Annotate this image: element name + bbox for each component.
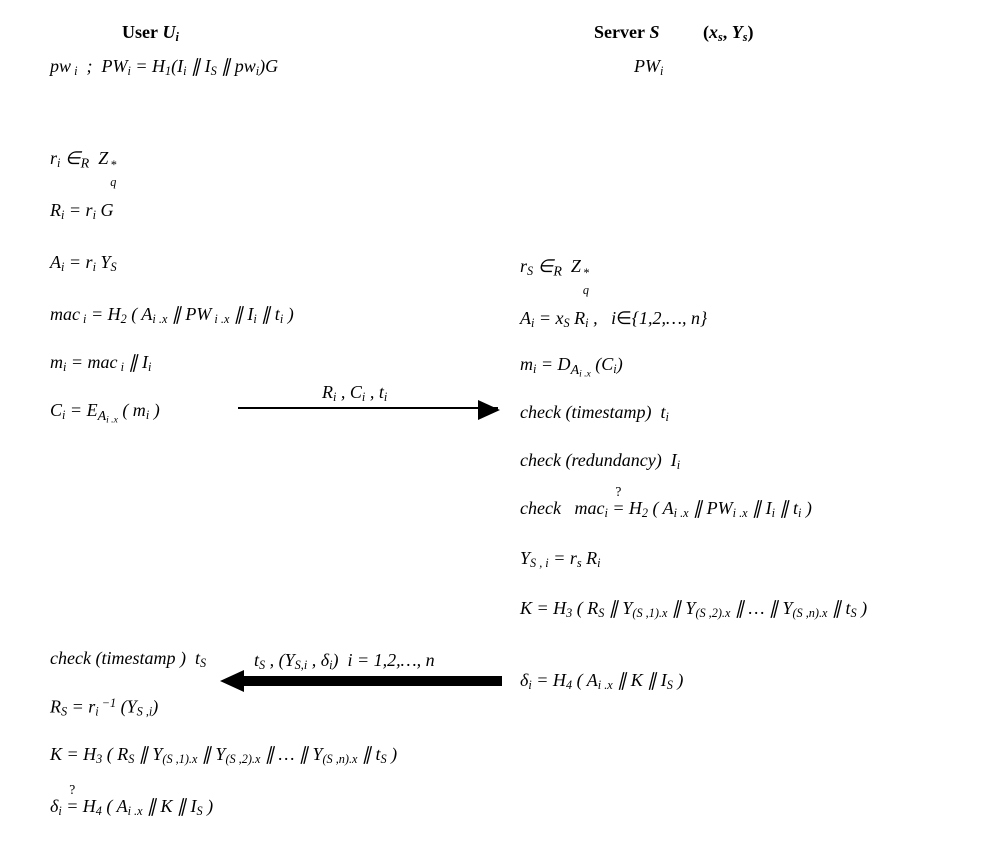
server-check-red: check (redundancy) Ii	[520, 450, 680, 473]
server-mi: mi = DAi .x (Ci)	[520, 354, 623, 379]
user-delta: δi ?= H4 ( Ai .x ∥ K ∥ IS )	[50, 796, 213, 819]
heading-server-keys: (xs, Ys)	[703, 22, 754, 45]
msg2-label: tS , (YS,i , δi) i = 1,2,…, n	[254, 650, 435, 673]
user-Ci: Ci = EAi .x ( mi )	[50, 400, 160, 425]
user-Ri: Ri = ri G	[50, 200, 113, 223]
arrow-server-to-user	[238, 676, 502, 686]
server-check-ts: check (timestamp) ti	[520, 402, 669, 425]
server-PWi: PWi	[634, 56, 663, 79]
server-check-mac: check maci ?= H2 ( Ai .x ∥ PWi .x ∥ Ii ∥…	[520, 498, 812, 521]
arrow-user-to-server	[238, 407, 498, 409]
user-mi: mi = mac i ∥ Ii	[50, 352, 151, 375]
user-check-ts2: check (timestamp ) tS	[50, 648, 206, 671]
heading-user-word: User	[122, 22, 162, 42]
user-ri: ri ∈R Z*q	[50, 148, 118, 173]
server-rs: rS ∈R Z*q	[520, 256, 591, 281]
user-RS: RS = ri −1 (YS ,i)	[50, 696, 158, 720]
msg1-label: Ri , Ci , ti	[322, 382, 387, 405]
heading-user: User Ui	[122, 22, 179, 45]
server-Ysi: YS , i = rs Ri	[520, 548, 601, 571]
user-K: K = H3 ( RS ∥ Y(S ,1).x ∥ Y(S ,2).x ∥ … …	[50, 744, 397, 767]
user-mac: mac i = H2 ( Ai .x ∥ PW i .x ∥ Ii ∥ ti )	[50, 304, 294, 327]
heading-server: Server S	[594, 22, 659, 43]
server-Ai: Ai = xS Ri , i∈{1,2,…, n}	[520, 308, 707, 331]
user-pw-line: pw i ; PWi = H1(Ii ∥ IS ∥ pwi)G	[50, 56, 278, 79]
heading-user-sym: Ui	[162, 22, 178, 42]
user-Ai: Ai = ri YS	[50, 252, 117, 275]
server-K: K = H3 ( RS ∥ Y(S ,1).x ∥ Y(S ,2).x ∥ … …	[520, 598, 867, 621]
server-delta: δi = H4 ( Ai .x ∥ K ∥ IS )	[520, 670, 683, 693]
